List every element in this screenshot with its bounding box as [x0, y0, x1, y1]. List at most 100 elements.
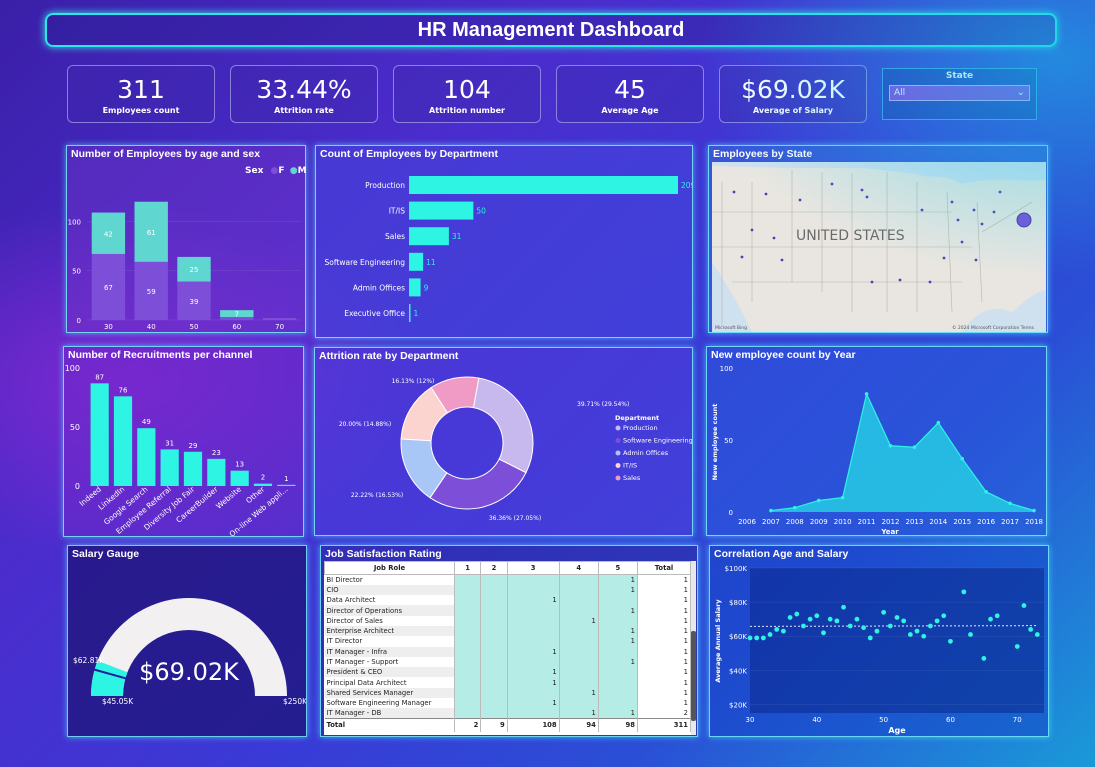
data-point-2017	[1008, 501, 1012, 506]
rating-cell	[507, 656, 560, 668]
column-header[interactable]: 1	[453, 561, 482, 575]
bar-executive-office	[409, 304, 411, 322]
column-header[interactable]: 3	[506, 561, 560, 575]
state-dropdown[interactable]: All ⌄	[889, 85, 1030, 101]
y-tick-label: $80K	[729, 599, 747, 607]
scatter-point	[914, 628, 920, 634]
job-role-cell: Shared Services Manager	[324, 687, 455, 699]
department-chart-panel[interactable]: Count of Employees by Department Product…	[315, 145, 693, 338]
table-row[interactable]: President & CEO 1 1	[324, 667, 691, 678]
table-row[interactable]: Software Engineering Manager 1 1	[324, 698, 691, 709]
column-header[interactable]: 2	[480, 561, 508, 575]
data-point-2015	[960, 456, 965, 461]
table-row[interactable]: CIO 1 1	[324, 584, 691, 596]
rating-cell: 1	[507, 646, 560, 657]
new-employee-chart-panel[interactable]: New employee count by Year 0 50 100 2006 200…	[706, 346, 1047, 536]
rating-cell	[559, 656, 599, 668]
bar-admin-offices	[409, 278, 421, 297]
recruitment-chart-panel[interactable]: Number of Recruitments per channel 0 50 10…	[63, 346, 304, 537]
data-label: 13	[235, 461, 244, 469]
job-role-cell: Director of Sales	[324, 615, 455, 626]
job-satisfaction-table-wrap[interactable]: Job Role 1 2 3 4 5 Total BI Director 1 1 CIO 1 1 Data…	[324, 561, 691, 735]
map-panel[interactable]: Employees by State UNITED STATES Microso…	[708, 145, 1048, 333]
table-row[interactable]: Director of Sales 1 1	[324, 615, 691, 626]
rating-cell	[480, 656, 508, 668]
scatter-point	[787, 615, 793, 620]
correlation-chart-panel[interactable]: Correlation Age and Salary $20K $40K $60K $…	[709, 545, 1049, 737]
data-label-m: 25	[190, 266, 199, 274]
bar-diversity-job-fair	[183, 451, 203, 486]
rating-cell	[507, 708, 560, 719]
table-scrollbar[interactable]	[691, 561, 696, 735]
job-role-cell: IT Manager - DB	[324, 708, 455, 719]
data-point-2018	[1032, 508, 1036, 513]
column-header[interactable]: Total	[636, 561, 691, 575]
rating-cell	[559, 595, 599, 606]
rating-cell	[480, 677, 508, 688]
donut-slice-production	[472, 377, 534, 474]
kpi-card-average-salary[interactable]: $69.02K Average of Salary	[719, 65, 867, 123]
rating-cell	[480, 625, 508, 637]
rating-cell	[507, 687, 560, 699]
rating-cell	[559, 605, 599, 616]
table-row[interactable]: IT Director 1 1	[324, 636, 691, 647]
rating-cell	[454, 625, 482, 637]
table-row[interactable]: Principal Data Architect 1 1	[324, 677, 691, 688]
data-point-2008	[793, 505, 797, 510]
scatter-point	[994, 613, 1000, 619]
rating-cell	[480, 708, 508, 719]
job-satisfaction-panel[interactable]: Job Satisfaction Rating Job Role 1 2 3 4 5 Tot…	[320, 545, 698, 737]
scatter-point	[907, 632, 913, 637]
kpi-card-average-age[interactable]: 45 Average Age	[556, 65, 704, 123]
page-title: HR Management Dashboard	[417, 18, 685, 41]
data-label-f: 59	[147, 288, 156, 296]
scatter-point	[968, 632, 973, 637]
data-label-f: 67	[104, 284, 113, 292]
slice-label: 39.71% (29.54%)	[577, 401, 629, 408]
scrollbar-thumb[interactable]	[691, 631, 696, 721]
rating-cell: 1	[559, 687, 599, 699]
column-header[interactable]: Job Role	[324, 561, 455, 575]
table-row[interactable]: Director of Operations 1 1	[324, 605, 691, 616]
x-tick-label: 60	[232, 323, 241, 331]
table-row[interactable]: IT Manager - Infra 1 1	[324, 646, 691, 657]
y-axis-title: New employee count	[711, 404, 719, 481]
kpi-value: $69.02K	[741, 75, 845, 104]
gauge-min-label: $45.05K	[102, 697, 134, 706]
total-row-cell: 108	[507, 718, 560, 732]
us-map[interactable]: UNITED STATES Microsoft Bing © 2024 Micr…	[712, 162, 1046, 332]
column-header[interactable]: 5	[597, 561, 638, 575]
salary-gauge-panel[interactable]: Salary Gauge $69.02K $45.05K $250K $62.81K	[67, 545, 307, 737]
legend-item: Sales	[623, 474, 641, 482]
bar-linkedin	[113, 396, 133, 486]
table-row[interactable]: Enterprise Architect 1 1	[324, 625, 691, 637]
scatter-point	[747, 635, 753, 641]
legend-dot	[615, 425, 621, 431]
table-row[interactable]: IT Manager - DB 1 1 2	[324, 708, 691, 719]
scatter-point	[887, 623, 893, 629]
scatter-point	[801, 623, 806, 629]
scatter-point	[781, 628, 786, 634]
table-row[interactable]: IT Manager - Support 1 1	[324, 656, 691, 668]
rating-cell	[507, 615, 560, 626]
x-tick-label: 40	[147, 323, 156, 331]
age-sex-chart-panel[interactable]: Number of Employees by age and sex Sex ●…	[66, 145, 307, 333]
kpi-card-attrition-rate[interactable]: 33.44% Attrition rate	[230, 65, 378, 123]
table-row[interactable]: Shared Services Manager 1 1	[324, 687, 691, 699]
column-header[interactable]: 4	[558, 561, 599, 575]
rating-cell	[454, 687, 482, 699]
table-row[interactable]: BI Director 1 1	[324, 574, 691, 585]
table-row[interactable]: Data Architect 1 1	[324, 595, 691, 606]
x-tick-label: 2016	[977, 518, 995, 526]
data-label: 29	[189, 442, 198, 450]
rating-cell	[559, 584, 599, 596]
rating-cell	[480, 698, 508, 709]
rating-cell	[598, 667, 638, 678]
kpi-card-attrition-number[interactable]: 104 Attrition number	[393, 65, 541, 123]
category-label: Executive Office	[344, 309, 405, 318]
kpi-card-employees-count[interactable]: 311 Employees count	[67, 65, 215, 123]
kpi-label: Employees count	[102, 106, 180, 115]
job-role-cell: Software Engineering Manager	[324, 698, 455, 709]
slice-label: 36.36% (27.05%)	[489, 515, 541, 522]
attrition-donut-panel[interactable]: Attrition rate by Department 39.71% (29.…	[314, 347, 693, 536]
